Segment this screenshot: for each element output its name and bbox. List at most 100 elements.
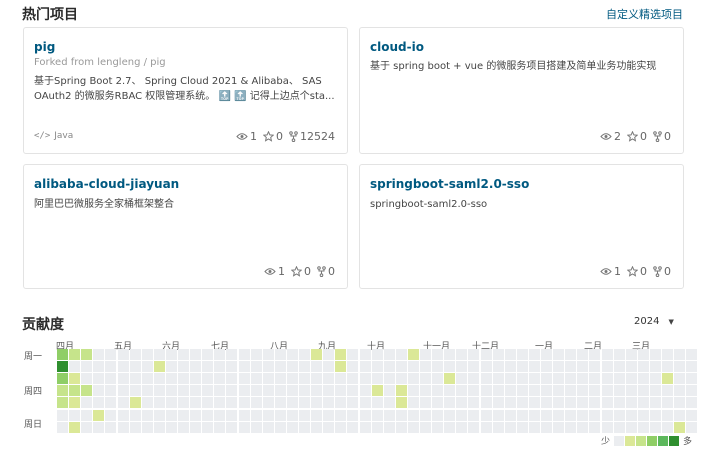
contribution-cell[interactable] — [504, 373, 516, 385]
contribution-cell[interactable] — [468, 385, 480, 397]
contribution-cell[interactable] — [674, 421, 686, 433]
contribution-cell[interactable] — [625, 397, 637, 409]
contribution-cell[interactable] — [202, 409, 214, 421]
contribution-cell[interactable] — [541, 361, 552, 373]
contribution-cell[interactable] — [516, 421, 528, 433]
contribution-cell[interactable] — [444, 409, 456, 421]
contribution-cell[interactable] — [299, 409, 310, 421]
contribution-cell[interactable] — [214, 349, 226, 360]
contribution-cell[interactable] — [81, 409, 93, 421]
contribution-cell[interactable] — [625, 361, 637, 373]
contribution-cell[interactable] — [674, 373, 686, 385]
contribution-cell[interactable] — [456, 349, 468, 360]
contribution-cell[interactable] — [480, 349, 492, 360]
contribution-cell[interactable] — [528, 409, 540, 421]
custom-featured-projects-link[interactable]: 自定义精选项目 — [606, 6, 683, 22]
contribution-cell[interactable] — [129, 385, 141, 397]
contribution-cell[interactable] — [57, 361, 68, 373]
contribution-cell[interactable] — [57, 385, 68, 397]
contribution-cell[interactable] — [637, 421, 649, 433]
contribution-cell[interactable] — [286, 397, 298, 409]
contribution-cell[interactable] — [274, 409, 286, 421]
contribution-cell[interactable] — [686, 361, 698, 373]
contribution-cell[interactable] — [311, 397, 323, 409]
contribution-cell[interactable] — [480, 361, 492, 373]
contribution-cell[interactable] — [383, 385, 395, 397]
contribution-cell[interactable] — [601, 385, 613, 397]
contribution-cell[interactable] — [553, 409, 565, 421]
contribution-cell[interactable] — [601, 421, 613, 433]
contribution-cell[interactable] — [190, 361, 202, 373]
contribution-cell[interactable] — [662, 397, 673, 409]
contribution-cell[interactable] — [69, 421, 81, 433]
contribution-cell[interactable] — [541, 373, 552, 385]
contribution-cell[interactable] — [129, 361, 141, 373]
contribution-cell[interactable] — [359, 373, 371, 385]
contribution-cell[interactable] — [335, 409, 347, 421]
contribution-cell[interactable] — [347, 409, 359, 421]
contribution-cell[interactable] — [274, 349, 286, 360]
contribution-cell[interactable] — [516, 373, 528, 385]
contribution-cell[interactable] — [516, 409, 528, 421]
contribution-cell[interactable] — [480, 397, 492, 409]
contribution-cell[interactable] — [383, 349, 395, 360]
contribution-cell[interactable] — [153, 409, 165, 421]
contribution-cell[interactable] — [165, 349, 177, 360]
star-stat[interactable]: 0 — [627, 130, 647, 143]
contribution-cell[interactable] — [347, 385, 359, 397]
fork-stat[interactable]: 0 — [317, 265, 335, 278]
contribution-cell[interactable] — [202, 421, 214, 433]
project-card-cloud-io[interactable]: cloud-io 基于 spring boot + vue 的微服务项目搭建及简… — [359, 27, 684, 154]
contribution-cell[interactable] — [420, 421, 431, 433]
contribution-cell[interactable] — [311, 349, 323, 360]
contribution-cell[interactable] — [202, 361, 214, 373]
contribution-cell[interactable] — [238, 397, 250, 409]
contribution-cell[interactable] — [565, 349, 577, 360]
contribution-cell[interactable] — [190, 421, 202, 433]
contribution-cell[interactable] — [613, 349, 625, 360]
contribution-cell[interactable] — [238, 385, 250, 397]
contribution-cell[interactable] — [577, 421, 589, 433]
contribution-cell[interactable] — [686, 385, 698, 397]
contribution-cell[interactable] — [371, 373, 383, 385]
contribution-cell[interactable] — [456, 385, 468, 397]
contribution-cell[interactable] — [395, 373, 407, 385]
contribution-cell[interactable] — [432, 361, 444, 373]
contribution-cell[interactable] — [662, 361, 673, 373]
contribution-cell[interactable] — [395, 349, 407, 360]
watch-stat[interactable]: 1 — [236, 130, 257, 143]
contribution-cell[interactable] — [262, 409, 274, 421]
contribution-cell[interactable] — [577, 397, 589, 409]
contribution-cell[interactable] — [286, 421, 298, 433]
contribution-cell[interactable] — [214, 373, 226, 385]
contribution-cell[interactable] — [589, 397, 601, 409]
contribution-cell[interactable] — [589, 373, 601, 385]
contribution-cell[interactable] — [420, 373, 431, 385]
contribution-cell[interactable] — [226, 361, 238, 373]
contribution-cell[interactable] — [214, 409, 226, 421]
project-card-springboot-saml2-sso[interactable]: springboot-saml2.0-sso springboot-saml2.… — [359, 164, 684, 289]
watch-stat[interactable]: 1 — [600, 265, 621, 278]
contribution-cell[interactable] — [129, 349, 141, 360]
contribution-cell[interactable] — [117, 385, 129, 397]
fork-stat[interactable]: 0 — [653, 265, 671, 278]
contribution-cell[interactable] — [178, 409, 189, 421]
contribution-cell[interactable] — [165, 397, 177, 409]
contribution-cell[interactable] — [492, 373, 504, 385]
contribution-cell[interactable] — [178, 373, 189, 385]
contribution-cell[interactable] — [190, 409, 202, 421]
contribution-cell[interactable] — [371, 421, 383, 433]
contribution-cell[interactable] — [57, 349, 68, 360]
contribution-cell[interactable] — [625, 373, 637, 385]
contribution-cell[interactable] — [577, 349, 589, 360]
contribution-cell[interactable] — [528, 373, 540, 385]
contribution-cell[interactable] — [286, 409, 298, 421]
contribution-cell[interactable] — [286, 385, 298, 397]
contribution-cell[interactable] — [395, 397, 407, 409]
contribution-cell[interactable] — [226, 373, 238, 385]
contribution-cell[interactable] — [299, 385, 310, 397]
contribution-cell[interactable] — [178, 349, 189, 360]
contribution-cell[interactable] — [456, 361, 468, 373]
contribution-cell[interactable] — [105, 349, 117, 360]
contribution-cell[interactable] — [613, 385, 625, 397]
